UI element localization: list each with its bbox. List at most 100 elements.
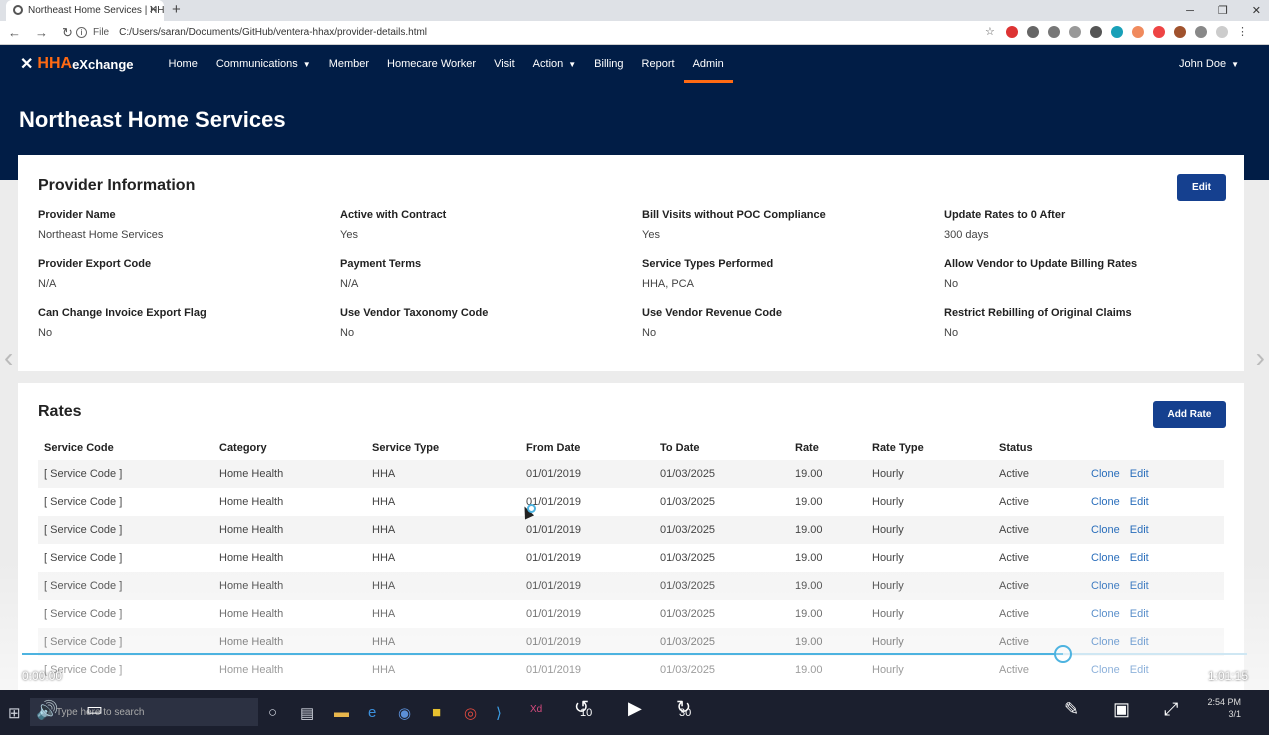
menu-icon[interactable]: ⋮	[1237, 26, 1249, 38]
previous-slide-icon[interactable]: ‹	[4, 342, 13, 374]
extension-icon[interactable]	[1111, 26, 1123, 38]
maximize-icon[interactable]: ❐	[1218, 4, 1228, 17]
clone-link[interactable]: Clone	[1091, 524, 1120, 536]
extension-icon[interactable]	[1132, 26, 1144, 38]
minimize-icon[interactable]: ─	[1186, 5, 1194, 17]
video-progress-bar[interactable]	[22, 645, 1247, 663]
volume-icon[interactable]: 🔊	[36, 700, 58, 721]
edit-link[interactable]: Edit	[1130, 496, 1149, 508]
nav-action[interactable]: Action ▼	[524, 45, 586, 83]
extension-icon[interactable]	[1069, 26, 1081, 38]
next-slide-icon[interactable]: ›	[1256, 342, 1265, 374]
close-tab-icon[interactable]: ✕	[149, 3, 158, 16]
captions-icon[interactable]: ▭	[86, 699, 103, 720]
nav-label: Action	[532, 58, 564, 70]
picture-in-picture-icon[interactable]: ▣	[1113, 699, 1130, 720]
edge-icon[interactable]: e	[368, 704, 376, 721]
row-actions: Clone Edit	[1085, 516, 1224, 544]
xd-icon[interactable]: Xd	[530, 704, 542, 715]
nav-visit[interactable]: Visit	[485, 45, 524, 83]
field-allow-vendor-update: Allow Vendor to Update Billing Rates No	[944, 258, 1234, 290]
browser-tab[interactable]: Northeast Home Services | HHAe ✕	[6, 0, 164, 21]
browser-icon[interactable]: ◉	[398, 704, 411, 722]
taskbar: ⊞ Type here to search 🔊 ▭ ○ ▤ ▬ e ◉ ■ ◎ …	[0, 690, 1269, 735]
nav-label: Billing	[594, 58, 624, 70]
table-row: [ Service Code ]Home HealthHHA01/01/2019…	[38, 516, 1224, 544]
vscode-icon[interactable]: ⟩	[496, 704, 502, 722]
logo-mark-icon: ✕	[20, 56, 34, 73]
address-field[interactable]: i File C:/Users/saran/Documents/GitHub/v…	[76, 27, 427, 38]
taskbar-search[interactable]: Type here to search	[30, 698, 258, 726]
browser-tab-strip: Northeast Home Services | HHAe ✕ + ─ ❐ ✕	[0, 0, 1269, 21]
task-view-icon[interactable]: ▤	[300, 704, 314, 722]
pencil-icon[interactable]: ✎	[1064, 699, 1079, 720]
table-cell: Active	[993, 460, 1085, 488]
rewind-seconds: 10	[580, 707, 593, 719]
close-window-icon[interactable]: ✕	[1252, 4, 1261, 17]
field-value: N/A	[340, 278, 359, 290]
windows-start-icon[interactable]: ⊞	[8, 704, 21, 722]
field-label: Bill Visits without POC Compliance	[642, 209, 826, 221]
table-header-row: Service Code Category Service Type From Dat…	[38, 435, 1224, 460]
extension-icon[interactable]	[1090, 26, 1102, 38]
edit-link[interactable]: Edit	[1130, 468, 1149, 480]
user-menu[interactable]: John Doe ▼	[1179, 45, 1239, 83]
edit-provider-button[interactable]: Edit	[1177, 174, 1226, 201]
extension-icons: ☆ ⋮	[985, 26, 1249, 38]
play-icon[interactable]: ▶	[628, 698, 642, 719]
nav-admin[interactable]: Admin	[683, 45, 733, 83]
table-cell: 19.00	[795, 496, 823, 508]
clone-link[interactable]: Clone	[1091, 468, 1120, 480]
extension-icon[interactable]	[1027, 26, 1039, 38]
field-value: No	[944, 278, 959, 290]
nav-label: Admin	[692, 58, 724, 70]
hhaexchange-logo[interactable]: ✕ HHA eXchange	[20, 54, 134, 74]
field-provider-export-code: Provider Export Code N/A	[38, 258, 328, 290]
field-label: Restrict Rebilling of Original Claims	[944, 307, 1132, 319]
chrome-icon[interactable]: ◎	[464, 704, 477, 722]
clone-link[interactable]: Clone	[1091, 496, 1120, 508]
extension-icon[interactable]	[1195, 26, 1207, 38]
profile-icon[interactable]	[1216, 26, 1228, 38]
nav-report[interactable]: Report	[633, 45, 684, 83]
nav-label: Communications	[215, 58, 298, 70]
nav-member[interactable]: Member	[320, 45, 378, 83]
reload-icon[interactable]: ↻	[62, 25, 73, 41]
column-header: Category	[219, 441, 267, 454]
field-value: 300 days	[944, 229, 989, 241]
extension-icon[interactable]	[1006, 26, 1018, 38]
fullscreen-icon[interactable]: ⤢	[1164, 699, 1178, 720]
elapsed-time: 0:00:00	[22, 669, 63, 683]
add-rate-button[interactable]: Add Rate	[1153, 401, 1226, 428]
cortana-icon[interactable]: ○	[268, 704, 277, 721]
info-icon[interactable]: i	[76, 27, 87, 38]
address-bar-row: ← → ↻ i File C:/Users/saran/Documents/Gi…	[0, 21, 1269, 45]
edit-link[interactable]: Edit	[1130, 524, 1149, 536]
nav-home[interactable]: Home	[160, 45, 207, 83]
nav-homecare-worker[interactable]: Homecare Worker	[378, 45, 485, 83]
table-cell: 01/03/2025	[654, 516, 789, 544]
extension-icon[interactable]	[1174, 26, 1186, 38]
table-cell: Home Health	[213, 460, 366, 488]
table-cell: Home Health	[213, 516, 366, 544]
new-tab-button[interactable]: +	[172, 1, 181, 18]
field-value: Northeast Home Services	[38, 229, 164, 241]
forward-seconds: 30	[679, 707, 692, 719]
column-header: Rate	[795, 441, 819, 454]
forward-icon[interactable]: →	[35, 25, 48, 41]
nav-billing[interactable]: Billing	[585, 45, 632, 83]
file-explorer-icon[interactable]: ▬	[334, 704, 349, 721]
nav-label: Home	[168, 58, 198, 70]
star-icon[interactable]: ☆	[985, 26, 997, 38]
sticky-notes-icon[interactable]: ■	[432, 704, 441, 721]
table-cell: 01/03/2025	[660, 496, 716, 508]
table-row: [ Service Code ]Home HealthHHA01/01/2019…	[38, 488, 1224, 516]
extension-icon[interactable]	[1048, 26, 1060, 38]
field-active-with-contract: Active with Contract Yes	[340, 209, 630, 241]
table-cell: 01/01/2019	[520, 516, 654, 544]
extension-icon[interactable]	[1153, 26, 1165, 38]
nav-communications[interactable]: Communications ▼	[207, 45, 320, 83]
back-icon[interactable]: ←	[8, 25, 21, 41]
table-cell: 19.00	[789, 460, 866, 488]
nav-label: Report	[641, 58, 675, 70]
